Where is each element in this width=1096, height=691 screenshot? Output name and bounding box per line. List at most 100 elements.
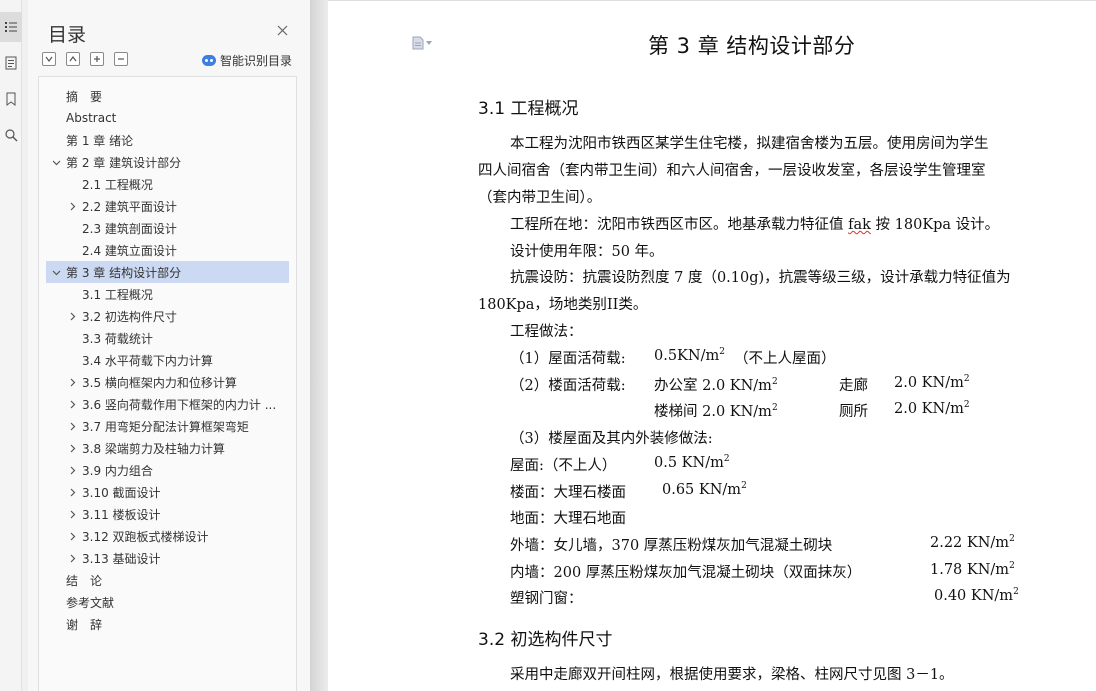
toc-item[interactable]: 3.6 竖向荷载作用下框架的内力计 ...: [46, 393, 289, 415]
superscript: 2: [1013, 587, 1019, 597]
toc-item-label: 3.2 初选构件尺寸: [82, 309, 177, 324]
floor-finish-value: 0.65 KN/m2: [662, 481, 747, 498]
add-heading-icon[interactable]: [90, 52, 104, 66]
value-text: 办公室 2.0 KN/m: [654, 378, 772, 394]
toc-item[interactable]: 3.4 水平荷载下内力计算: [46, 349, 289, 371]
remove-heading-icon[interactable]: [114, 52, 128, 66]
chevron-right-icon[interactable]: [67, 377, 77, 387]
toc-item[interactable]: 3.13 基础设计: [46, 547, 289, 569]
find-icon[interactable]: [0, 120, 22, 150]
chevron-right-icon[interactable]: [67, 465, 77, 475]
toc-item-label: 3.7 用弯矩分配法计算框架弯矩: [82, 419, 249, 434]
toc-icon[interactable]: [0, 12, 22, 42]
chapter-title: 第 3 章 结构设计部分: [648, 34, 856, 58]
chevron-down-icon[interactable]: [51, 157, 61, 167]
toc-item[interactable]: 3.2 初选构件尺寸: [46, 305, 289, 327]
toc-item[interactable]: 第 2 章 建筑设计部分: [46, 151, 289, 173]
smart-toc-button[interactable]: 智能识别目录: [202, 52, 292, 69]
smart-toc-label: 智能识别目录: [220, 54, 293, 68]
value-text: 0.65 KN/m: [662, 481, 742, 498]
paragraph-line: 本工程为沈阳市铁西区某学生住宅楼，拟建宿舍楼为五层。使用房间为学生: [510, 136, 989, 152]
toc-item[interactable]: 3.5 横向框架内力和位移计算: [46, 371, 289, 393]
value-text: 0.5KN/m: [654, 347, 720, 364]
side-rail: [0, 0, 22, 691]
chevron-right-icon[interactable]: [67, 311, 77, 321]
toc-toolbar: [42, 52, 128, 66]
paragraph-line: 180Kpa，场地类别II类。: [478, 297, 648, 313]
chevron-right-icon[interactable]: [67, 201, 77, 211]
chevron-right-icon[interactable]: [67, 421, 77, 431]
paragraph-line: 抗震设防：抗震设防烈度 7 度（0.10g)，抗震等级三级，设计承载力特征值为: [510, 270, 1011, 286]
ground-finish-label: 地面：大理石地面: [510, 511, 626, 527]
toc-item-label: 3.11 楼板设计: [82, 507, 161, 522]
toc-item[interactable]: 2.1 工程概况: [46, 173, 289, 195]
paragraph-line: 四人间宿舍（套内带卫生间）和六人间宿舍，一层设收发室，各层设学生管理室: [478, 163, 986, 179]
toc-item-label: 3.9 内力组合: [82, 463, 153, 478]
superscript: 2: [771, 377, 778, 388]
toc-item[interactable]: 2.4 建筑立面设计: [46, 239, 289, 261]
close-icon[interactable]: [274, 22, 290, 38]
toc-item[interactable]: 3.12 双跑板式楼梯设计: [46, 525, 289, 547]
toc-item[interactable]: 谢 辞: [46, 613, 289, 635]
chevron-right-icon[interactable]: [67, 531, 77, 541]
chevron-right-icon[interactable]: [67, 509, 77, 519]
toc-item-label: 3.3 荷载统计: [82, 331, 153, 346]
chevron-right-icon[interactable]: [67, 399, 77, 409]
superscript: 2: [771, 403, 778, 414]
document-page[interactable]: 第 3 章 结构设计部分 3.1 工程概况 本工程为沈阳市铁西区某学生住宅楼，拟…: [328, 0, 1096, 691]
toc-item-label: 3.12 双跑板式楼梯设计: [82, 529, 209, 544]
superscript: 2: [723, 454, 730, 464]
toc-item-label: 3.13 基础设计: [82, 551, 161, 566]
toc-item[interactable]: 3.10 截面设计: [46, 481, 289, 503]
page-options-icon[interactable]: [412, 35, 436, 51]
toc-item[interactable]: 结 论: [46, 569, 289, 591]
toc-item[interactable]: 3.11 楼板设计: [46, 503, 289, 525]
toc-item[interactable]: 3.1 工程概况: [46, 283, 289, 305]
toc-item-label: 3.10 截面设计: [82, 485, 161, 500]
floor-live-load-label: （2）楼面活荷载:: [510, 378, 626, 394]
chevron-right-icon[interactable]: [67, 487, 77, 497]
toc-item[interactable]: 2.3 建筑剖面设计: [46, 217, 289, 239]
toc-item[interactable]: 参考文献: [46, 591, 289, 613]
chevron-right-icon[interactable]: [67, 443, 77, 453]
roof-finish-value: 0.5 KN/m2: [654, 454, 730, 471]
bookmark-icon[interactable]: [0, 84, 22, 114]
ext-wall-label: 外墙：女儿墙，370 厚蒸压粉煤灰加气混凝土砌块: [510, 538, 833, 554]
section-heading-3-1: 3.1 工程概况: [478, 99, 579, 119]
text-span: 工程所在地：沈阳市铁西区市区。地基承载力特征值: [510, 217, 849, 233]
collapse-all-icon[interactable]: [66, 52, 80, 66]
value-text: 2.0 KN/m: [894, 400, 964, 417]
toc-item[interactable]: 第 1 章 绪论: [46, 129, 289, 151]
toc-item-label: 3.6 竖向荷载作用下框架的内力计 ...: [82, 397, 277, 412]
superscript: 2: [1009, 534, 1015, 544]
spell-flagged-word[interactable]: fak: [848, 217, 871, 233]
corridor-load-value: 2.0 KN/m2: [894, 374, 970, 391]
toc-list: 摘 要 Abstract 第 1 章 绪论第 2 章 建筑设计部分 2.1 工程概况 2…: [38, 76, 297, 691]
toc-item[interactable]: 3.9 内力组合: [46, 459, 289, 481]
superscript: 2: [963, 400, 970, 410]
toc-item-label: 3.1 工程概况: [82, 287, 153, 302]
toc-item[interactable]: 3.3 荷载统计: [46, 327, 289, 349]
outline-icon[interactable]: [0, 48, 22, 78]
expand-all-icon[interactable]: [42, 52, 56, 66]
toc-panel: 目录 智能识别目录 摘 要 Abstract 第 1 章 绪论第 2 章 建筑设计部…: [28, 0, 310, 691]
toc-item-label: 参考文献: [66, 595, 115, 610]
finish-label: （3）楼屋面及其内外装修做法:: [510, 431, 713, 447]
superscript: 2: [719, 347, 725, 357]
toc-item[interactable]: 3.8 梁端剪力及柱轴力计算: [46, 437, 289, 459]
paragraph-line: （套内带卫生间）。: [478, 190, 602, 206]
paragraph-line: 设计使用年限：50 年。: [510, 244, 664, 260]
toc-item[interactable]: Abstract: [46, 107, 289, 129]
chevron-right-icon[interactable]: [67, 553, 77, 563]
toc-item[interactable]: 3.7 用弯矩分配法计算框架弯矩: [46, 415, 289, 437]
chevron-down-icon[interactable]: [51, 267, 61, 277]
toc-item[interactable]: 2.2 建筑平面设计: [46, 195, 289, 217]
corridor-label: 走廊: [839, 378, 868, 394]
paragraph-line: 采用中走廊双开间柱网，根据使用要求，梁格、柱网尺寸见图 3－1。: [510, 667, 954, 683]
toc-item[interactable]: 第 3 章 结构设计部分: [46, 261, 289, 283]
toc-item-label: 结 论: [66, 573, 103, 588]
toc-item-label: 谢 辞: [66, 617, 103, 632]
toc-item[interactable]: 摘 要: [46, 85, 289, 107]
text-span: 按 180Kpa 设计。: [870, 217, 1000, 233]
toc-item-label: 2.1 工程概况: [82, 177, 153, 192]
